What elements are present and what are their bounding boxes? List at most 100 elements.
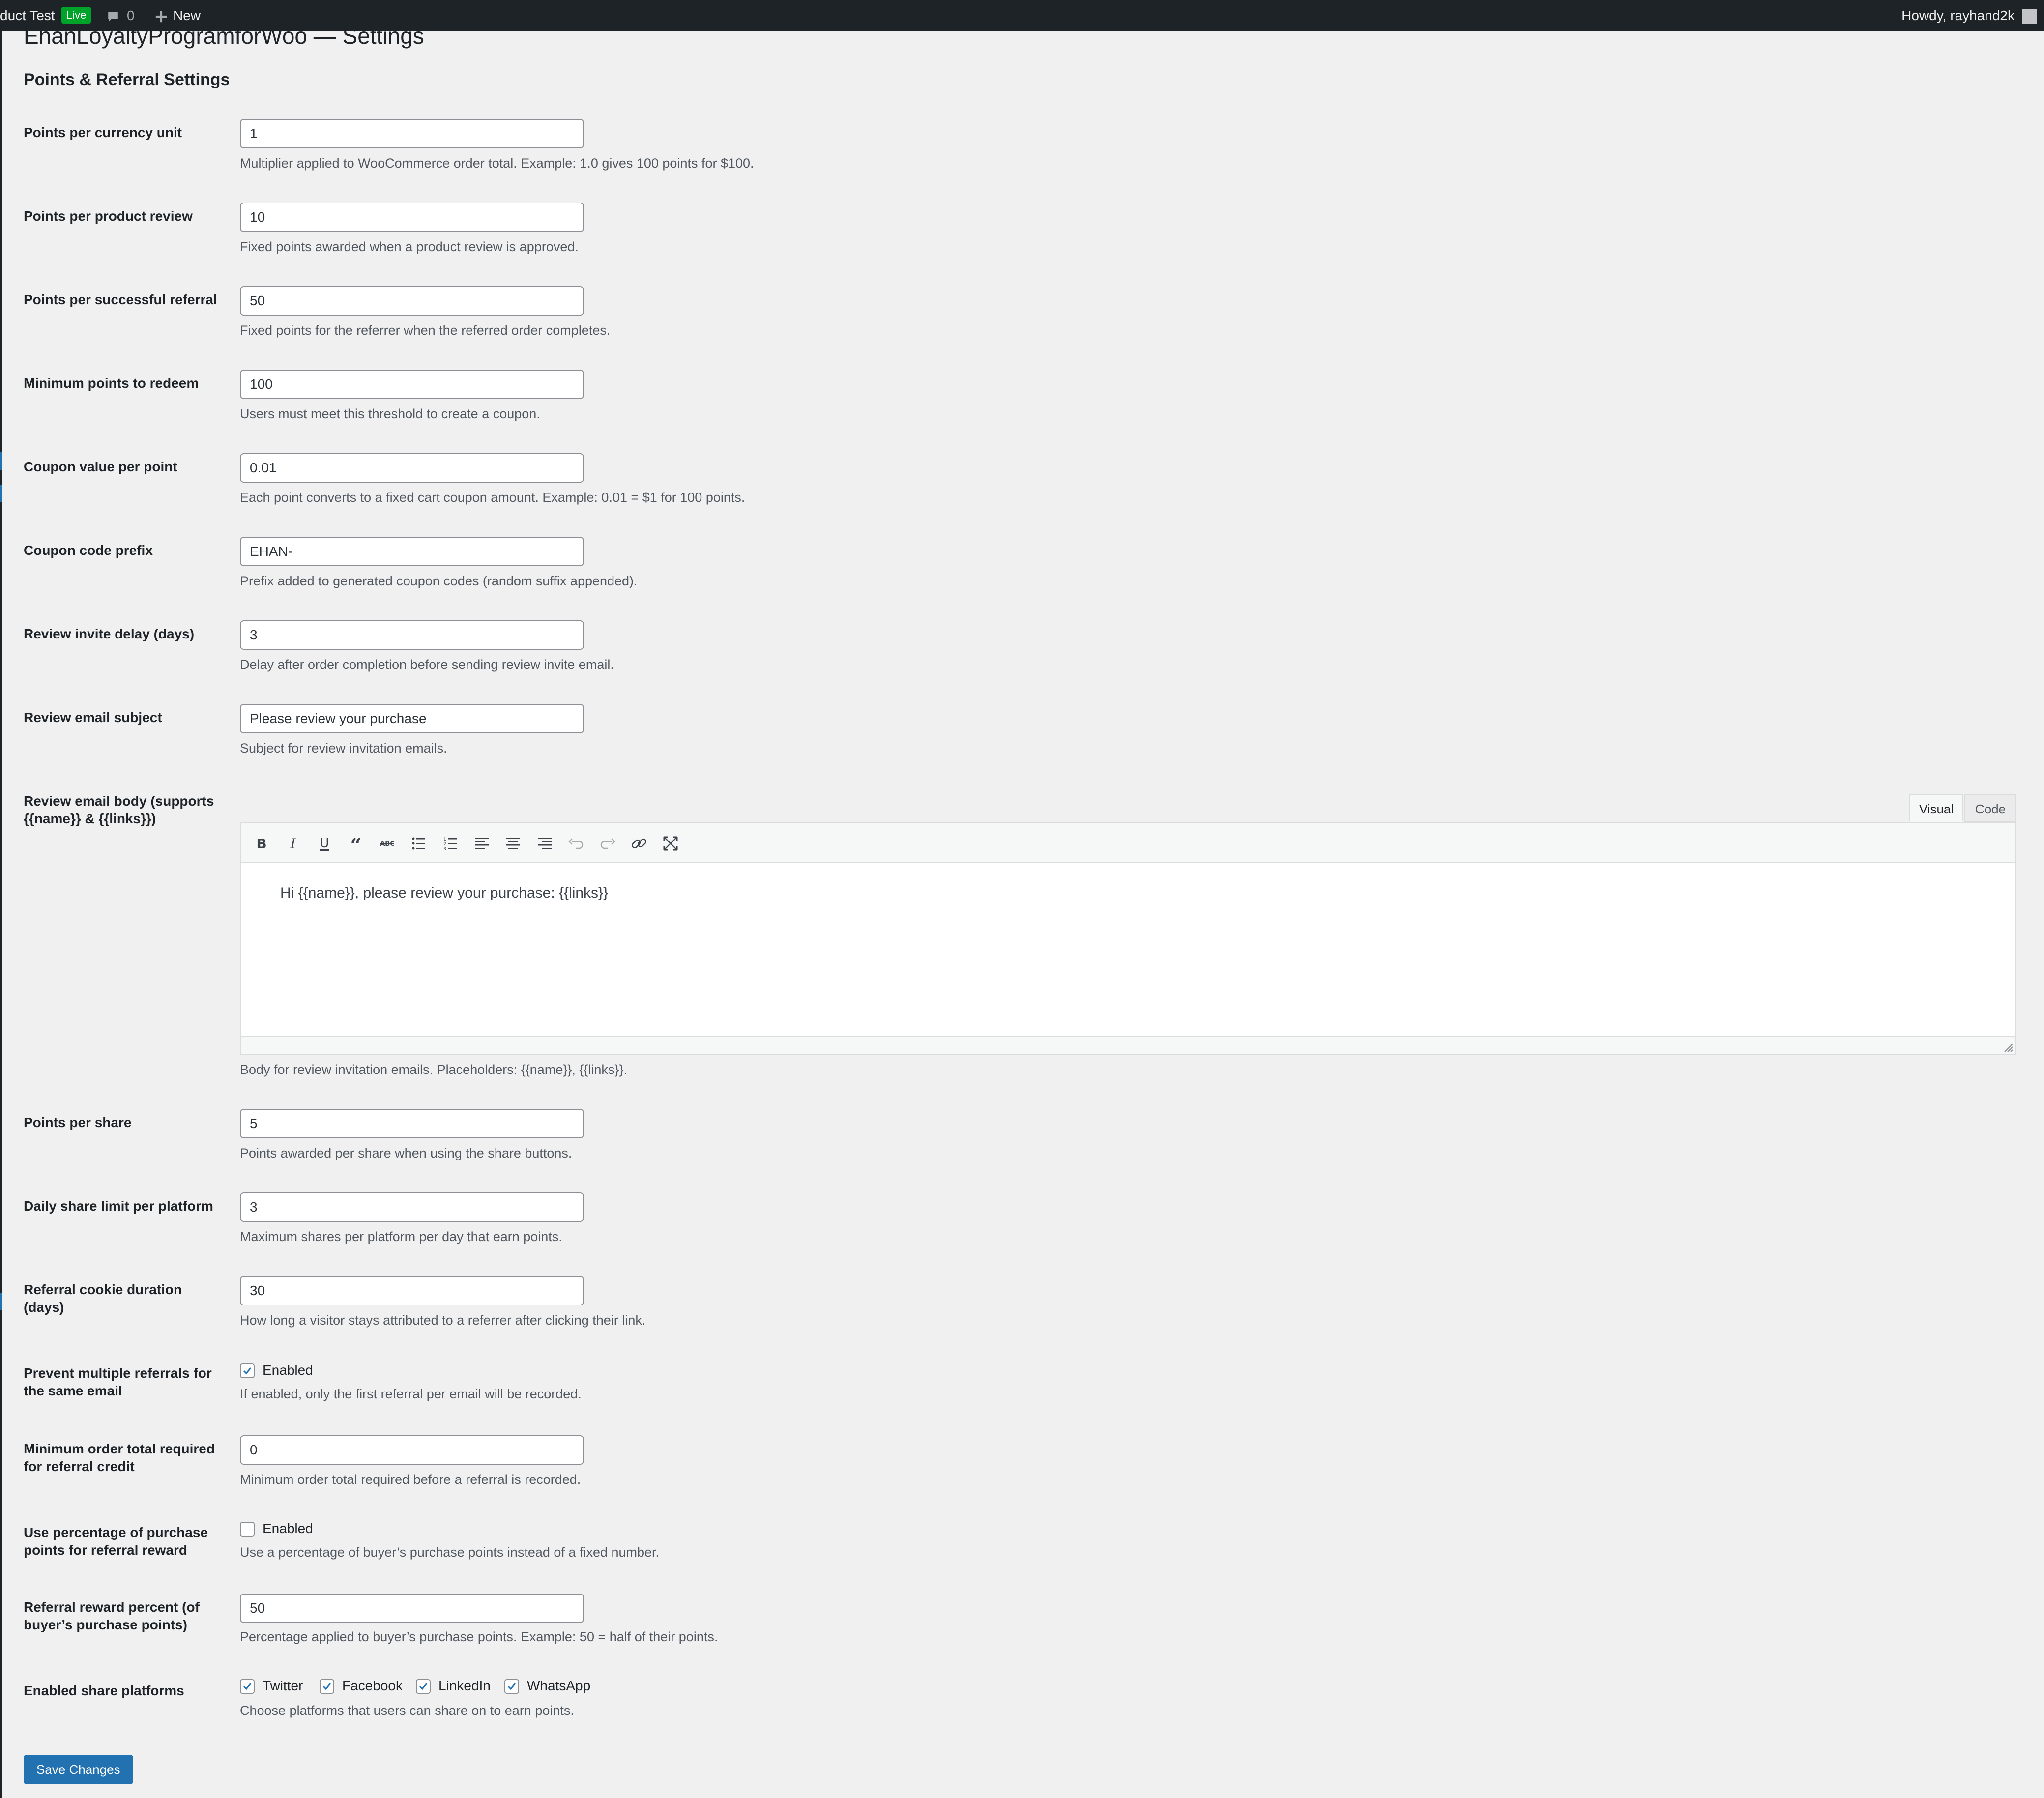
page-title: EhanLoyaltyProgramforWoo — Settings — [24, 23, 424, 49]
numbered-list-button[interactable]: 123 — [439, 833, 461, 854]
points-per-referral-input[interactable] — [240, 286, 584, 316]
facebook-checkbox[interactable] — [320, 1679, 334, 1694]
min-order-total-description: Minimum order total required before a re… — [240, 1472, 581, 1487]
review-delay-input[interactable] — [240, 620, 584, 650]
insert-link-button[interactable] — [628, 833, 650, 854]
svg-text:B: B — [256, 836, 266, 852]
section-title: Points & Referral Settings — [24, 70, 230, 89]
editor-statusbar — [240, 1036, 2016, 1055]
prevent-multiple-label-line2: the same email — [24, 1383, 122, 1398]
use-percentage-label-line2: points for referral reward — [24, 1542, 187, 1558]
howdy-user-link[interactable]: Howdy, rayhand2k — [1901, 0, 2015, 31]
use-percentage-description: Use a percentage of buyer’s purchase poi… — [240, 1545, 660, 1560]
resize-handle-icon[interactable] — [2003, 1042, 2014, 1053]
review-subject-description: Subject for review invitation emails. — [240, 741, 447, 755]
points-per-review-input[interactable] — [240, 203, 584, 232]
twitter-checkbox[interactable] — [240, 1679, 255, 1694]
referral-percent-label-line1: Referral reward percent (of — [24, 1599, 200, 1615]
linkedin-label[interactable]: LinkedIn — [438, 1677, 491, 1695]
review-subject-input[interactable] — [240, 704, 584, 733]
daily-share-limit-input[interactable] — [240, 1192, 584, 1222]
share-platforms-description: Choose platforms that users can share on… — [240, 1703, 574, 1718]
editor-text: Hi {{name}}, please review your purchase… — [280, 885, 609, 901]
min-order-total-label-line1: Minimum order total required — [24, 1441, 215, 1456]
coupon-prefix-label: Coupon code prefix — [24, 543, 153, 558]
twitter-label[interactable]: Twitter — [263, 1677, 303, 1695]
bold-button[interactable]: B — [251, 833, 272, 854]
checkmark-icon — [322, 1683, 331, 1690]
svg-text:3: 3 — [443, 847, 446, 852]
undo-button[interactable] — [565, 833, 587, 854]
whatsapp-checkbox[interactable] — [504, 1679, 519, 1694]
points-per-review-description: Fixed points awarded when a product revi… — [240, 239, 579, 254]
bullet-list-button[interactable] — [408, 833, 430, 854]
checkmark-icon — [507, 1683, 516, 1690]
bullet-list-icon — [412, 837, 425, 850]
review-body-label-line1: Review email body (supports — [24, 793, 214, 809]
underline-icon: U — [320, 836, 329, 851]
editor-toolbar: B I U “ ABC 123 — [240, 822, 2016, 863]
quote-icon: “ — [350, 834, 361, 854]
align-center-button[interactable] — [502, 833, 524, 854]
cookie-duration-input[interactable] — [240, 1276, 584, 1305]
numbered-list-icon: 123 — [443, 837, 457, 852]
min-points-redeem-input[interactable] — [240, 370, 584, 399]
strikethrough-button[interactable]: ABC — [377, 833, 398, 854]
italic-button[interactable]: I — [282, 833, 304, 854]
points-per-currency-description: Multiplier applied to WooCommerce order … — [240, 156, 754, 171]
whatsapp-label[interactable]: WhatsApp — [527, 1677, 590, 1695]
tab-code[interactable]: Code — [1964, 794, 2016, 822]
cookie-duration-label-line1: Referral cookie duration — [24, 1282, 182, 1297]
menu-indicator — [0, 1293, 2, 1310]
points-per-review-label: Points per product review — [24, 208, 193, 224]
min-order-total-label-line2: for referral credit — [24, 1459, 135, 1474]
menu-indicator — [0, 485, 2, 502]
referral-percent-label-line2: buyer’s purchase points) — [24, 1617, 187, 1632]
review-body-description: Body for review invitation emails. Place… — [240, 1062, 627, 1077]
italic-icon: I — [290, 836, 296, 852]
svg-text:I: I — [290, 836, 296, 852]
prevent-multiple-label-line1: Prevent multiple referrals for — [24, 1365, 212, 1381]
prevent-multiple-check-label[interactable]: Enabled — [263, 1362, 313, 1379]
points-per-share-input[interactable] — [240, 1109, 584, 1138]
blockquote-button[interactable]: “ — [345, 833, 367, 854]
user-avatar[interactable] — [2022, 9, 2037, 24]
svg-text:“: “ — [350, 834, 361, 854]
underline-button[interactable]: U — [314, 833, 335, 854]
referral-percent-input[interactable] — [240, 1594, 584, 1623]
redo-button[interactable] — [597, 833, 618, 854]
tab-visual[interactable]: Visual — [1909, 794, 1963, 822]
points-per-currency-input[interactable] — [240, 119, 584, 148]
save-changes-button[interactable]: Save Changes — [24, 1755, 133, 1784]
points-per-share-description: Points awarded per share when using the … — [240, 1146, 572, 1160]
coupon-prefix-description: Prefix added to generated coupon codes (… — [240, 574, 638, 588]
fullscreen-icon — [663, 836, 678, 851]
cookie-duration-label: Referral cookie duration (days) — [24, 1281, 225, 1316]
review-subject-label: Review email subject — [24, 710, 162, 725]
review-delay-label: Review invite delay (days) — [24, 626, 195, 641]
align-right-button[interactable] — [534, 833, 555, 854]
align-center-icon — [506, 838, 520, 849]
use-percentage-check-label[interactable]: Enabled — [263, 1520, 313, 1537]
daily-share-limit-description: Maximum shares per platform per day that… — [240, 1229, 562, 1244]
linkedin-checkbox[interactable] — [416, 1679, 431, 1694]
svg-text:1: 1 — [443, 837, 446, 842]
review-body-label: Review email body (supports {{name}} & {… — [24, 792, 225, 828]
points-per-share-label: Points per share — [24, 1115, 132, 1130]
coupon-prefix-input[interactable] — [240, 537, 584, 566]
prevent-multiple-checkbox[interactable] — [240, 1363, 255, 1378]
bold-icon: B — [256, 836, 266, 852]
review-body-label-line2: {{name}} & {{links}}) — [24, 811, 156, 826]
use-percentage-checkbox[interactable] — [240, 1522, 255, 1537]
points-per-referral-description: Fixed points for the referrer when the r… — [240, 323, 611, 338]
fullscreen-button[interactable] — [660, 833, 681, 854]
align-left-button[interactable] — [471, 833, 493, 854]
facebook-label[interactable]: Facebook — [342, 1677, 403, 1695]
checkmark-icon — [243, 1683, 252, 1690]
svg-text:2: 2 — [443, 842, 446, 847]
referral-percent-description: Percentage applied to buyer’s purchase p… — [240, 1629, 718, 1644]
coupon-value-description: Each point converts to a fixed cart coup… — [240, 490, 745, 505]
editor-content-area[interactable]: Hi {{name}}, please review your purchase… — [240, 863, 2016, 1036]
coupon-value-input[interactable] — [240, 453, 584, 483]
min-order-total-input[interactable] — [240, 1435, 584, 1465]
